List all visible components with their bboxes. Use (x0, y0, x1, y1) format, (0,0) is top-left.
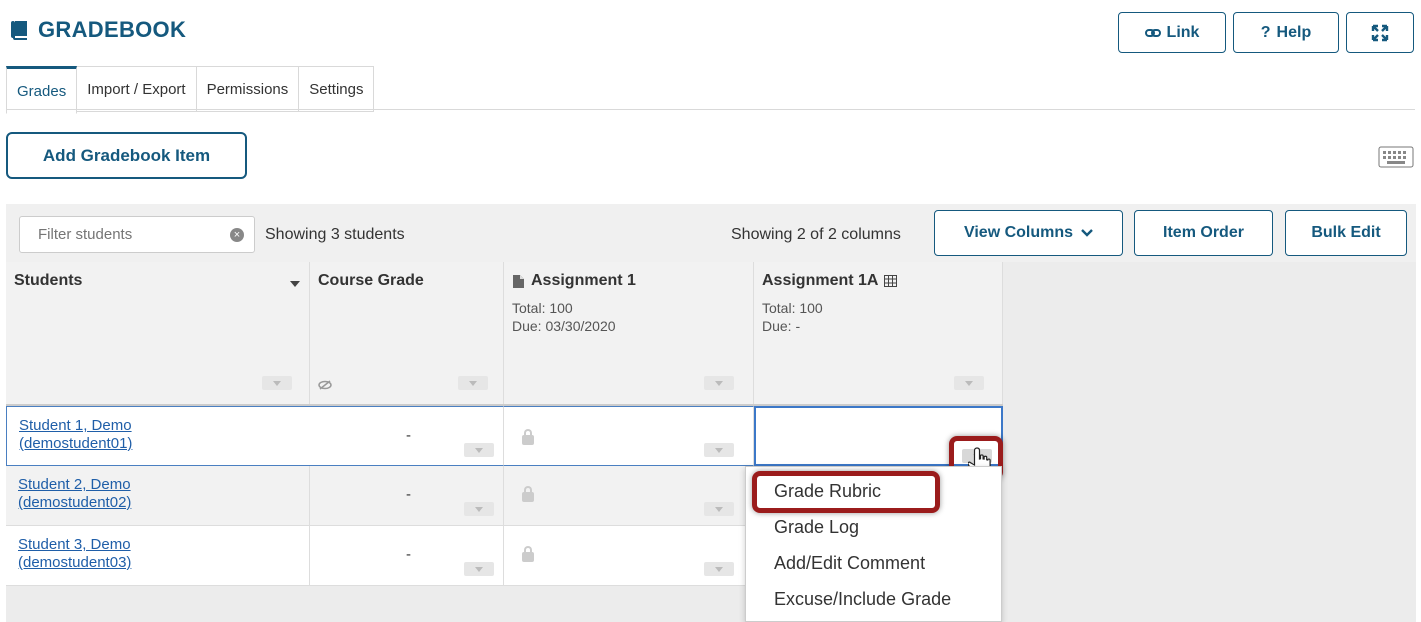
column-menu-toggle[interactable] (458, 376, 488, 390)
assignment-1a-due: Due: - (762, 318, 801, 334)
help-button[interactable]: ? Help (1233, 12, 1339, 53)
assignment-1-total: Total: 100 (512, 300, 573, 316)
menu-item-grade-log[interactable]: Grade Log (774, 517, 859, 538)
tab-permissions[interactable]: Permissions (196, 66, 300, 112)
keyboard-icon[interactable] (1378, 146, 1414, 168)
lock-icon (522, 546, 534, 562)
course-grade-cell[interactable]: - (310, 526, 504, 586)
lock-icon (522, 486, 534, 502)
student-id: (demostudent01) (19, 435, 133, 452)
book-icon (10, 20, 28, 40)
link-label: Link (1166, 23, 1200, 41)
title-text: GRADEBOOK (38, 17, 187, 42)
file-icon (512, 274, 525, 289)
eye-slash-icon[interactable] (318, 380, 332, 390)
lock-icon (522, 429, 534, 445)
student-link[interactable]: Student 2, Demo (demostudent02) (18, 476, 131, 512)
tab-bar: Grades Import / Export Permissions Setti… (6, 66, 375, 114)
assignment-1-title: Assignment 1 (531, 272, 636, 289)
tab-import-export[interactable]: Import / Export (77, 66, 197, 112)
link-button[interactable]: Link (1118, 12, 1226, 53)
menu-item-excuse-include-grade[interactable]: Excuse/Include Grade (774, 589, 951, 610)
grade-cell[interactable] (504, 406, 754, 466)
link-icon (1144, 26, 1161, 40)
fullscreen-button[interactable] (1346, 12, 1414, 53)
filter-students-input[interactable] (36, 225, 220, 244)
clear-icon[interactable]: × (230, 228, 244, 242)
cell-menu-toggle[interactable] (704, 502, 734, 516)
assignment-1-due: Due: 03/30/2020 (512, 318, 616, 334)
students-header-label: Students (14, 272, 83, 289)
highlight-callout (752, 471, 940, 513)
showing-columns-text: Showing 2 of 2 columns (731, 226, 901, 243)
course-grade-value: - (406, 427, 411, 444)
menu-item-add-edit-comment[interactable]: Add/Edit Comment (774, 553, 925, 574)
help-label: Help (1276, 23, 1312, 41)
students-header: Students (6, 262, 310, 406)
assignment-1a-total: Total: 100 (762, 300, 823, 316)
course-grade-header-label: Course Grade (318, 272, 424, 289)
page-title: GRADEBOOK (10, 14, 186, 46)
column-menu-toggle[interactable] (954, 376, 984, 390)
course-grade-cell[interactable]: - (310, 466, 504, 526)
cell-menu-toggle[interactable] (704, 443, 734, 457)
student-name: Student 2, Demo (18, 476, 131, 493)
student-id: (demostudent02) (18, 494, 132, 511)
view-columns-button[interactable]: View Columns (934, 210, 1123, 256)
student-cell: Student 2, Demo (demostudent02) (6, 466, 310, 526)
student-name: Student 3, Demo (18, 536, 131, 553)
rubric-table-icon (884, 275, 898, 287)
student-name: Student 1, Demo (19, 417, 132, 434)
assignment-1a-title: Assignment 1A (762, 272, 879, 289)
column-menu-toggle[interactable] (262, 376, 292, 390)
course-grade-cell[interactable]: - (310, 406, 504, 466)
student-id: (demostudent03) (18, 554, 132, 571)
course-grade-value: - (406, 486, 411, 503)
bulk-edit-button[interactable]: Bulk Edit (1285, 210, 1407, 256)
student-cell: Student 1, Demo (demostudent01) (6, 406, 310, 466)
grade-cell[interactable] (504, 466, 754, 526)
cell-menu-toggle[interactable] (464, 443, 494, 457)
course-grade-header: Course Grade (310, 262, 504, 406)
student-cell: Student 3, Demo (demostudent03) (6, 526, 310, 586)
cell-menu-toggle[interactable] (704, 562, 734, 576)
sort-down-icon[interactable] (290, 281, 300, 287)
add-gradebook-item-button[interactable]: Add Gradebook Item (6, 132, 247, 179)
assignment-1a-header: Assignment 1A Total: 100 Due: - (754, 262, 1003, 406)
expand-icon (1371, 24, 1389, 42)
question-icon: ? (1260, 23, 1271, 41)
cell-menu-toggle[interactable] (464, 562, 494, 576)
tab-settings[interactable]: Settings (299, 66, 375, 112)
grade-cell[interactable] (504, 526, 754, 586)
course-grade-value: - (406, 546, 411, 563)
cell-menu-toggle[interactable] (464, 502, 494, 516)
tab-divider (6, 109, 1415, 110)
tab-grades[interactable]: Grades (6, 66, 78, 114)
assignment-1-header: Assignment 1 Total: 100 Due: 03/30/2020 (504, 262, 754, 406)
chevron-down-icon (1081, 229, 1093, 237)
student-link[interactable]: Student 3, Demo (demostudent03) (18, 536, 131, 572)
column-menu-toggle[interactable] (704, 376, 734, 390)
item-order-button[interactable]: Item Order (1134, 210, 1273, 256)
view-columns-label: View Columns (963, 224, 1074, 241)
student-link[interactable]: Student 1, Demo (demostudent01) (19, 417, 132, 453)
filter-students-field[interactable]: × (19, 216, 255, 253)
table-row: Student 1, Demo (demostudent01) - (6, 406, 1003, 466)
showing-students-text: Showing 3 students (265, 226, 405, 243)
